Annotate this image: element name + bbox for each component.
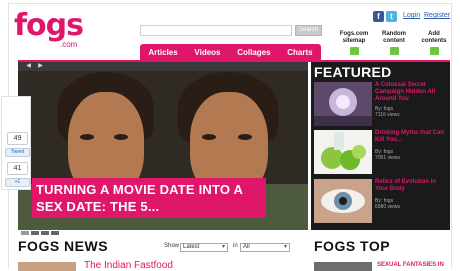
- site-logo[interactable]: fogs .com: [14, 9, 84, 57]
- top-headline[interactable]: SEXUAL FANTASIES IN: [377, 262, 444, 268]
- in-label: in: [233, 243, 238, 249]
- random-content-label: Random content: [382, 31, 406, 44]
- slideshow-controls: ◀ ▶: [18, 62, 308, 71]
- plusone-button[interactable]: +1: [5, 178, 30, 187]
- featured-views: 7116 views: [375, 112, 400, 118]
- pager-dot[interactable]: [21, 231, 29, 235]
- featured-thumbnail[interactable]: [314, 179, 372, 223]
- top-heading: FOGS TOP: [314, 238, 391, 254]
- search-input[interactable]: [140, 25, 292, 36]
- tab-videos[interactable]: Videos: [194, 48, 220, 57]
- logo-wordmark: fogs: [14, 8, 84, 43]
- top-thumbnail[interactable]: [314, 262, 372, 271]
- featured-item[interactable]: Drinking Myths that Can Kill You... By: …: [311, 130, 450, 176]
- news-heading: FOGS NEWS: [18, 238, 109, 254]
- pager-dot[interactable]: [41, 231, 49, 235]
- add-contents-link[interactable]: Add contents: [414, 31, 454, 55]
- featured-title[interactable]: Relics of Evolution in Your Body: [375, 179, 449, 193]
- shuffle-icon: [389, 47, 399, 55]
- random-content-link[interactable]: Random content: [374, 31, 414, 55]
- featured-views: 6980 views: [375, 204, 401, 210]
- share-widget: 49 Tweet 41 +1: [1, 96, 31, 190]
- category-select[interactable]: All: [240, 243, 290, 252]
- featured-item[interactable]: A Colossal Secret Campaign Hidden All Ar…: [311, 82, 450, 128]
- plus-icon: [429, 47, 439, 55]
- news-thumbnail[interactable]: [18, 262, 76, 271]
- main-nav: Articles Videos Collages Charts: [140, 44, 321, 61]
- slide-pager: [21, 222, 61, 235]
- featured-item[interactable]: Relics of Evolution in Your Body By: fog…: [311, 179, 450, 225]
- register-link[interactable]: Register: [424, 12, 450, 19]
- featured-views: 7051 views: [375, 155, 401, 161]
- sitemap-icon: [349, 47, 359, 55]
- twitter-icon[interactable]: t: [386, 11, 397, 22]
- pager-dot[interactable]: [51, 231, 59, 235]
- facebook-icon[interactable]: f: [373, 11, 384, 22]
- sitemap-label: Fogs.com sitemap: [339, 31, 369, 44]
- slide-eye: [80, 134, 94, 140]
- slide-caption[interactable]: TURNING A MOVIE DATE INTO A SEX DATE: TH…: [32, 178, 266, 218]
- featured-thumbnail[interactable]: [314, 130, 372, 174]
- featured-title[interactable]: Drinking Myths that Can Kill You...: [375, 130, 449, 144]
- slide-eye: [238, 134, 252, 140]
- login-link[interactable]: Login: [403, 12, 420, 19]
- news-headline[interactable]: The Indian Fastfood: [84, 260, 173, 271]
- logo-suffix: .com: [60, 40, 78, 49]
- slide-eye: [114, 134, 128, 140]
- tweet-button[interactable]: Tweet: [5, 148, 30, 157]
- search-button[interactable]: Search: [295, 25, 322, 36]
- show-label: Show: [164, 243, 180, 249]
- add-contents-label: Add contents: [421, 31, 447, 44]
- next-arrow-icon[interactable]: ▶: [36, 63, 45, 70]
- prev-arrow-icon[interactable]: ◀: [24, 63, 33, 70]
- tab-collages[interactable]: Collages: [237, 48, 270, 57]
- show-select[interactable]: Latest: [180, 243, 228, 252]
- quick-links: Fogs.com sitemap Random content Add cont…: [334, 31, 452, 59]
- social-links: ft: [373, 11, 401, 23]
- tab-articles[interactable]: Articles: [148, 48, 177, 57]
- plusone-count: 41: [7, 162, 28, 175]
- featured-heading: FEATURED: [314, 64, 392, 80]
- featured-title[interactable]: A Colossal Secret Campaign Hidden All Ar…: [375, 82, 449, 103]
- featured-panel: FEATURED A Colossal Secret Campaign Hidd…: [311, 62, 450, 230]
- sitemap-link[interactable]: Fogs.com sitemap: [334, 31, 374, 55]
- pager-dot[interactable]: [31, 231, 39, 235]
- tab-charts[interactable]: Charts: [287, 48, 312, 57]
- slide-eye: [202, 134, 216, 140]
- share-count: 49: [7, 132, 28, 145]
- featured-thumbnail[interactable]: [314, 82, 372, 126]
